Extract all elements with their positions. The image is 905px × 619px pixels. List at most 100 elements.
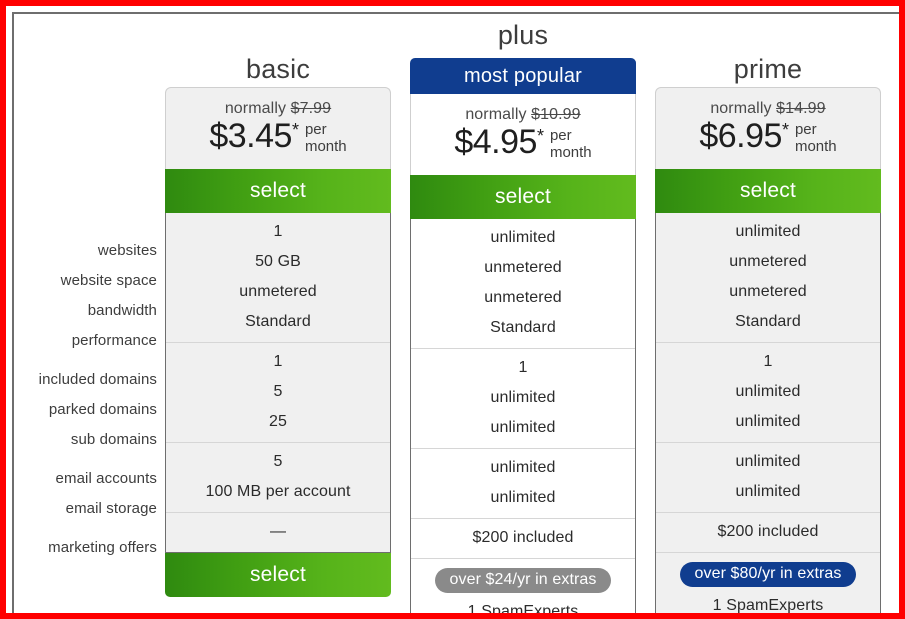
plan-title-basic: basic [245, 54, 311, 84]
feature-value-marketing-offers: $200 included [717, 522, 819, 540]
strikethrough-price: $14.99 [776, 100, 826, 117]
price-asterisk: * [291, 120, 299, 140]
feature-list-prime: unlimited unmetered unmetered Standard 1… [655, 212, 881, 614]
price-box-prime: normally $14.99 $6.95 * per month [655, 87, 881, 169]
normally-price-prime: normally $14.99 [656, 100, 880, 118]
plan-column-basic: normally $7.99 $3.45 * per month select … [165, 87, 391, 597]
feature-value-marketing-offers: — [269, 522, 287, 540]
select-button-plus-top[interactable]: select [410, 174, 636, 219]
feature-group: $200 included [411, 517, 635, 558]
feature-value-email-storage: 100 MB per account [205, 482, 351, 500]
feature-value-email-storage: unlimited [490, 488, 556, 506]
feature-value-parked-domains: unlimited [735, 382, 801, 400]
feature-group: unlimited unmetered unmetered Standard [411, 219, 635, 348]
feature-value-email-accounts: unlimited [490, 458, 556, 476]
price-line-prime: $6.95 * per month [656, 117, 880, 156]
strikethrough-price: $7.99 [290, 100, 332, 117]
per-label: per [304, 121, 327, 138]
feature-value-websites: unlimited [735, 222, 801, 240]
feature-label-included-domains: included domains [38, 371, 157, 388]
feature-value-website-space: unmetered [729, 252, 807, 270]
feature-value-bandwidth: unmetered [239, 282, 317, 300]
feature-label-email-accounts: email accounts [55, 470, 157, 487]
price-box-plus: normally $10.99 $4.95 * per month [410, 94, 636, 175]
per-month-prime: per month [794, 121, 837, 156]
feature-value-email-accounts: 5 [273, 452, 283, 470]
feature-label-websites: websites [97, 242, 157, 259]
price-line-basic: $3.45 * per month [166, 117, 390, 156]
feature-group: unlimited unlimited [411, 447, 635, 518]
feature-label-marketing-offers: marketing offers [48, 539, 157, 556]
price-box-basic: normally $7.99 $3.45 * per month [165, 87, 391, 169]
feature-value-marketing-offers: $200 included [472, 528, 574, 546]
extras-badge-row-prime: over $80/yr in extras [656, 557, 880, 591]
feature-label-group: websites website space bandwidth perform… [22, 232, 157, 361]
feature-value-email-storage: unlimited [735, 482, 801, 500]
normally-label: normally [465, 106, 527, 123]
feature-value-websites: 1 [273, 222, 283, 240]
normally-price-basic: normally $7.99 [166, 100, 390, 118]
feature-value-sub-domains: 25 [269, 412, 287, 430]
feature-value-performance: Standard [245, 312, 311, 330]
feature-group: 1 5 25 [166, 341, 390, 442]
feature-value-spamexperts-plus: 1 SpamExperts [467, 602, 579, 619]
price-amount-prime: $6.95 [699, 117, 782, 155]
extras-badge-prime[interactable]: over $80/yr in extras [680, 561, 856, 587]
feature-group: — [166, 511, 390, 552]
normally-price-plus: normally $10.99 [411, 106, 635, 124]
price-amount-plus: $4.95 [454, 123, 537, 161]
normally-label: normally [224, 100, 287, 117]
price-amount-basic: $3.45 [209, 117, 292, 155]
feature-value-parked-domains: 5 [273, 382, 283, 400]
feature-value-bandwidth: unmetered [484, 288, 562, 306]
feature-list-basic: 1 50 GB unmetered Standard 1 5 25 5 100 … [165, 212, 391, 553]
per-month-plus: per month [549, 127, 592, 162]
feature-value-sub-domains: unlimited [490, 418, 556, 436]
feature-value-performance: Standard [735, 312, 801, 330]
feature-group: 1 unlimited unlimited [411, 347, 635, 448]
feature-group: over $80/yr in extras 1 SpamExperts [656, 551, 880, 614]
price-asterisk: * [536, 126, 544, 146]
feature-label-column: websites website space bandwidth perform… [22, 232, 157, 568]
month-label: month [304, 137, 347, 155]
feature-label-website-space: website space [60, 272, 157, 289]
select-button-basic-bottom[interactable]: select [165, 552, 391, 597]
feature-value-included-domains: 1 [518, 358, 528, 376]
plan-column-plus: most popular normally $10.99 $4.95 * per… [410, 58, 636, 619]
extras-badge-row-plus: over $24/yr in extras [411, 563, 635, 597]
feature-label-group: email accounts email storage [22, 460, 157, 529]
feature-group: unlimited unmetered unmetered Standard [656, 213, 880, 342]
feature-value-included-domains: 1 [273, 352, 283, 370]
feature-group: unlimited unlimited [656, 441, 880, 512]
feature-value-email-accounts: unlimited [735, 452, 801, 470]
select-button-prime-top[interactable]: select [655, 168, 881, 213]
feature-label-performance: performance [71, 332, 157, 349]
per-label: per [794, 121, 817, 138]
per-label: per [549, 127, 572, 144]
select-button-basic-top[interactable]: select [165, 168, 391, 213]
feature-group: 5 100 MB per account [166, 441, 390, 512]
plan-title-plus: plus [497, 20, 549, 50]
most-popular-banner: most popular [410, 58, 636, 94]
month-label: month [549, 143, 592, 161]
feature-value-website-space: 50 GB [255, 252, 301, 270]
feature-value-spamexperts-prime: 1 SpamExperts [712, 596, 824, 614]
feature-label-group: included domains parked domains sub doma… [22, 361, 157, 460]
month-label: month [794, 137, 837, 155]
feature-value-websites: unlimited [490, 228, 556, 246]
feature-label-parked-domains: parked domains [48, 401, 157, 418]
pricing-comparison-screen: plus basic prime websites website space … [0, 0, 905, 619]
per-month-basic: per month [304, 121, 347, 156]
plan-column-prime: normally $14.99 $6.95 * per month select… [655, 87, 881, 614]
feature-label-group: marketing offers [22, 529, 157, 568]
feature-value-included-domains: 1 [763, 352, 773, 370]
feature-group: over $24/yr in extras 1 SpamExperts [411, 557, 635, 619]
feature-group: $200 included [656, 511, 880, 552]
normally-label: normally [710, 100, 772, 117]
extras-badge-plus[interactable]: over $24/yr in extras [435, 567, 611, 593]
price-line-plus: $4.95 * per month [411, 123, 635, 162]
feature-value-sub-domains: unlimited [735, 412, 801, 430]
feature-label-email-storage: email storage [65, 500, 157, 517]
feature-value-parked-domains: unlimited [490, 388, 556, 406]
feature-value-bandwidth: unmetered [729, 282, 807, 300]
